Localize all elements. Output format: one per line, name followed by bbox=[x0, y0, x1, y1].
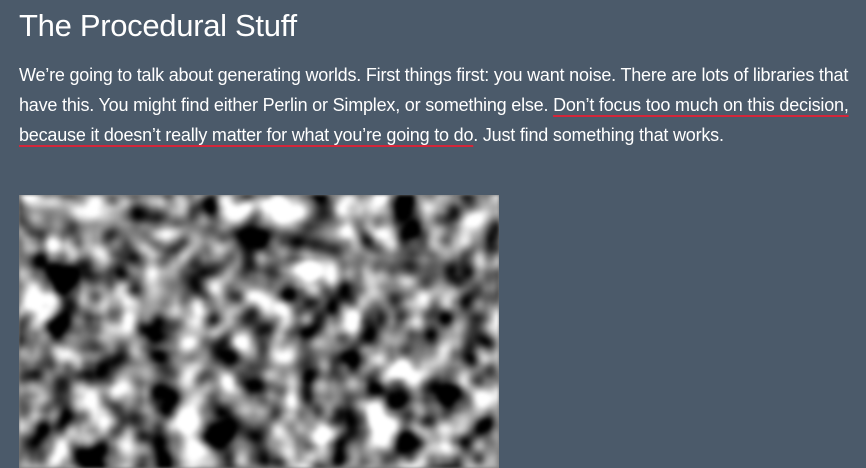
article-page: The Procedural Stuff We’re going to talk… bbox=[0, 0, 866, 468]
intro-paragraph: We’re going to talk about generating wor… bbox=[19, 60, 864, 150]
section-title: The Procedural Stuff bbox=[19, 8, 297, 43]
noise-image bbox=[19, 195, 499, 468]
paragraph-text-after: . Just find something that works. bbox=[473, 125, 724, 145]
noise-texture bbox=[19, 195, 499, 468]
